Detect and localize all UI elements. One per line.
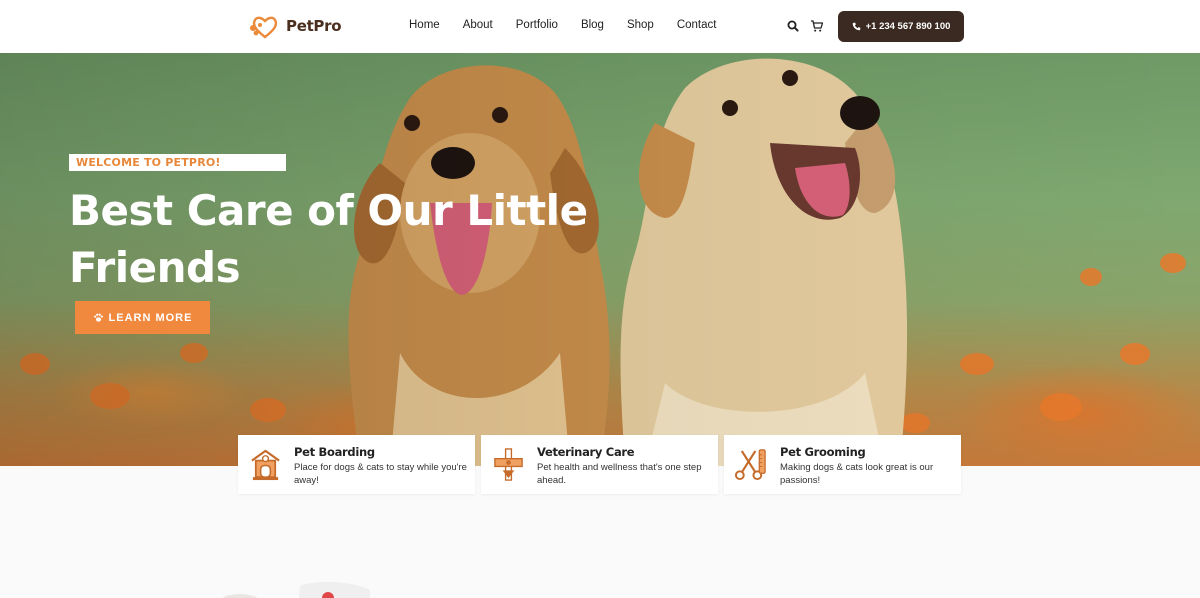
service-text: Pet Boarding Place for dogs & cats to st… — [294, 445, 467, 487]
service-desc: Place for dogs & cats to stay while you'… — [294, 462, 467, 486]
service-title: Veterinary Care — [537, 445, 635, 459]
nav-home[interactable]: Home — [409, 19, 440, 31]
welcome-tag: WELCOME TO PETPRO! — [69, 154, 286, 171]
header-icons — [786, 19, 824, 33]
nav-blog[interactable]: Blog — [581, 19, 604, 31]
scissors-comb-icon — [734, 449, 766, 481]
brand-logo[interactable]: PetPro — [248, 13, 342, 39]
service-card-boarding[interactable]: Pet Boarding Place for dogs & cats to st… — [238, 435, 475, 494]
paw-icon — [93, 313, 103, 322]
section-image-peek — [222, 581, 370, 598]
service-desc: Pet health and wellness that's one step … — [537, 462, 702, 486]
nav-about[interactable]: About — [463, 19, 493, 31]
nav-shop[interactable]: Shop — [627, 19, 654, 31]
main-nav: Home About Portfolio Blog Shop Contact — [409, 19, 716, 31]
phone-button[interactable]: +1 234 567 890 100 — [838, 11, 964, 42]
service-desc: Making dogs & cats look great is our pas… — [780, 462, 934, 486]
nav-portfolio[interactable]: Portfolio — [516, 19, 558, 31]
service-card-veterinary[interactable]: Veterinary Care Pet health and wellness … — [481, 435, 718, 494]
cart-icon[interactable] — [810, 19, 824, 33]
pet-house-icon — [251, 449, 280, 481]
phone-icon — [852, 22, 860, 31]
paw-heart-logo-icon — [250, 16, 278, 39]
hero-section: WELCOME TO PETPRO! Best Care of Our Litt… — [0, 53, 1200, 466]
hero-title: Best Care of Our Little Friends — [69, 186, 588, 292]
service-title: Pet Boarding — [294, 445, 375, 459]
learn-more-button[interactable]: LEARN MORE — [75, 301, 210, 334]
site-header: PetPro Home About Portfolio Blog Shop Co… — [0, 0, 1200, 53]
vet-cross-icon — [494, 448, 523, 481]
service-title: Pet Grooming — [780, 445, 866, 459]
phone-label: +1 234 567 890 100 — [865, 21, 951, 32]
service-text: Pet Grooming Making dogs & cats look gre… — [780, 445, 953, 487]
service-text: Veterinary Care Pet health and wellness … — [537, 445, 710, 487]
search-icon[interactable] — [786, 19, 800, 33]
learn-more-label: LEARN MORE — [108, 311, 193, 324]
brand-name: PetPro — [286, 17, 342, 35]
nav-contact[interactable]: Contact — [677, 19, 717, 31]
service-card-grooming[interactable]: Pet Grooming Making dogs & cats look gre… — [724, 435, 961, 494]
services-row: Pet Boarding Place for dogs & cats to st… — [238, 435, 961, 494]
